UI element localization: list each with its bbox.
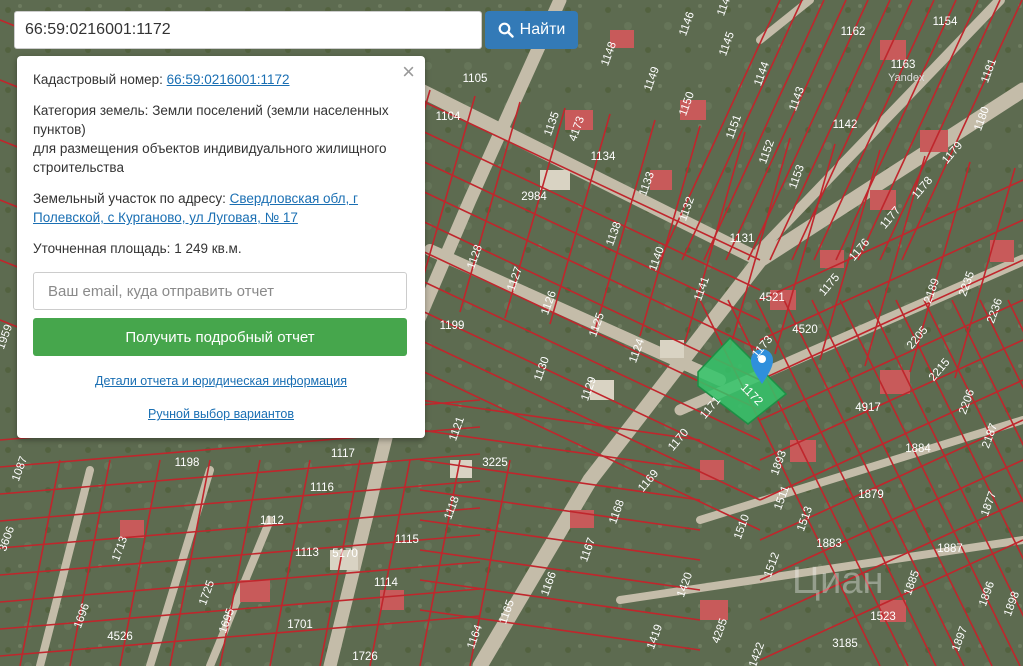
area-row: Уточненная площадь: 1 249 кв.м. (33, 239, 409, 258)
search-button-label: Найти (519, 21, 566, 38)
parcel-number-label: 1142 (833, 119, 858, 131)
get-report-button[interactable]: Получить подробный отчет (33, 318, 407, 356)
parcel-number-label: 5170 (332, 548, 358, 560)
parcel-number-label: 1523 (870, 611, 896, 623)
parcel-number-label: 1199 (440, 320, 465, 332)
parcel-number-label: 4521 (759, 292, 785, 304)
area-label: Уточненная площадь: (33, 241, 171, 256)
search-button[interactable]: Найти (485, 11, 578, 49)
email-field[interactable]: Ваш email, куда отправить отчет (33, 272, 407, 310)
parcel-number-label: 1726 (352, 651, 378, 663)
area-value: 1 249 кв.м. (174, 241, 242, 256)
category-purpose: для размещения объектов индивидуального … (33, 141, 387, 175)
cadastral-label: Кадастровый номер: (33, 72, 163, 87)
parcel-number-label: 1116 (310, 482, 334, 494)
parcel-number-label: 1105 (463, 73, 488, 85)
parcel-number-label: 1104 (436, 111, 461, 123)
parcel-number-label: 1154 (933, 16, 958, 28)
parcel-number-label: 1198 (175, 457, 200, 469)
parcel-number-label: 1113 (295, 547, 319, 559)
parcel-number-label: 2984 (521, 191, 547, 203)
parcel-number-label: 1884 (905, 443, 931, 455)
report-details-link[interactable]: Детали отчета и юридическая информация (95, 374, 347, 388)
search-box (14, 11, 482, 49)
close-icon[interactable]: × (402, 61, 415, 83)
parcel-info-card: × Кадастровый номер: 66:59:0216001:1172 … (17, 56, 425, 438)
cadastral-row: Кадастровый номер: 66:59:0216001:1172 (33, 70, 409, 89)
parcel-number-label: 1162 (841, 26, 866, 38)
map-provider-logo: Yandex (888, 72, 925, 84)
parcel-number-label: 1879 (858, 489, 884, 501)
parcel-number-label: 1887 (937, 543, 963, 555)
watermark: Циан (792, 560, 884, 602)
parcel-number-label: 3225 (482, 457, 508, 469)
parcel-number-label: 4526 (107, 631, 133, 643)
parcel-number-label: 4520 (792, 324, 818, 336)
parcel-number-label: 1701 (287, 619, 313, 631)
parcel-number-label: 1112 (260, 515, 284, 527)
parcel-number-label: 4917 (855, 402, 881, 414)
manual-selection-link[interactable]: Ручной выбор вариантов (148, 407, 294, 421)
search-input[interactable] (15, 12, 481, 48)
address-label: Земельный участок по адресу: (33, 191, 226, 206)
category-label: Категория земель: (33, 103, 149, 118)
parcel-number-label: 1131 (730, 233, 755, 245)
parcel-number-label: 1114 (374, 577, 398, 589)
parcel-number-label: 1117 (331, 448, 355, 460)
parcel-number-label: 3185 (832, 638, 858, 650)
parcel-number-label: 1134 (591, 151, 616, 163)
parcel-number-label: 1883 (816, 538, 842, 550)
cadastral-link[interactable]: 66:59:0216001:1172 (167, 72, 290, 87)
address-row: Земельный участок по адресу: Свердловска… (33, 189, 409, 227)
parcel-number-label: 1115 (395, 534, 419, 546)
search-icon (498, 22, 514, 38)
parcel-number-label: 1163 (891, 59, 916, 71)
category-row: Категория земель: Земли поселений (земли… (33, 101, 409, 177)
